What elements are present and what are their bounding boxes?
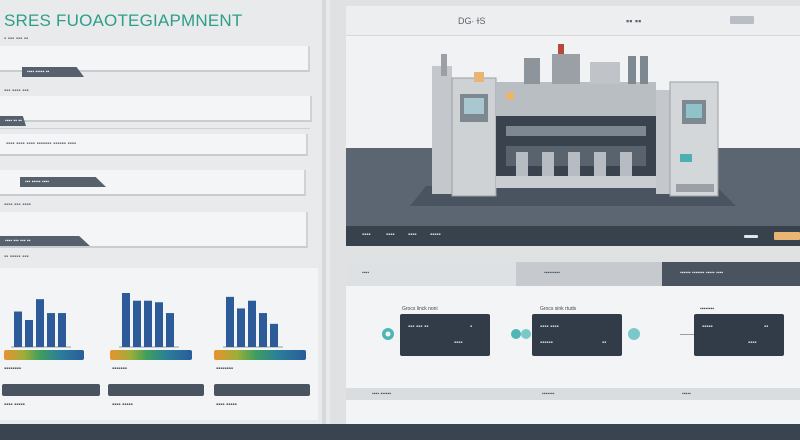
card-3-sub: ▪▪▪▪ — [748, 340, 757, 346]
chart-caption: ▪▪▪▪ ▪▪▪▪▪ — [216, 402, 237, 408]
row-1-tag[interactable]: ▪▪▪▪ ▪▪▪▪▪ ▪▪ — [22, 67, 84, 77]
section-label: ▪▪ ▪▪▪▪▪ ▪▪▪ — [4, 254, 29, 260]
footer-item[interactable]: ▪▪▪▪ — [362, 232, 371, 238]
tab-1-label: ▪▪▪▪ — [362, 270, 370, 276]
chart-bar — [122, 293, 130, 347]
row-2-tag[interactable]: ▪▪▪▪ ▪▪ ▪▪ — [0, 116, 26, 126]
chart-1: ▪▪▪▪▪▪▪▪ ▪▪▪▪ ▪▪▪▪▪ — [0, 268, 100, 418]
bar-chart-2 — [119, 293, 179, 348]
lower-footer: ▪▪▪▪ ▪▪▪▪▪▪ ▪▪▪▪▪▪▪ ▪▪▪▪▪ — [346, 388, 800, 400]
bottom-taskbar — [0, 424, 800, 440]
gradient-bar — [214, 350, 306, 360]
row-3-tag[interactable]: ▪▪▪ ▪▪▪▪▪ ▪▪▪▪ — [20, 177, 106, 187]
gear-icon[interactable] — [380, 326, 396, 342]
packaging-machine-illustration — [410, 44, 736, 206]
connector-icon[interactable] — [510, 326, 532, 342]
chart-caption: ▪▪▪▪ ▪▪▪▪▪ — [4, 402, 25, 408]
card-1-sub: ▪▪▪▪ — [454, 340, 463, 346]
chart-label: ▪▪▪▪▪▪▪▪ — [4, 366, 22, 372]
chart-button[interactable] — [108, 384, 204, 396]
charts-area: ▪▪▪▪▪▪▪▪ ▪▪▪▪ ▪▪▪▪▪ ▪▪▪▪▪▪▪ ▪▪▪▪ ▪▪▪▪▪ ▪… — [0, 268, 318, 420]
machine-viewer: DG∙ ɫS ▪▪ ▪▪ ▪▪▪▪ ▪▪▪▪ ▪▪▪▪ ▪▪▪▪▪ — [346, 6, 800, 246]
lower-footer-item[interactable]: ▪▪▪▪▪ — [682, 391, 691, 397]
chart-button[interactable] — [214, 384, 310, 396]
app-title: SRES FUOAOTEGIAPMNENT — [4, 11, 243, 30]
divider — [0, 128, 310, 129]
tab-1[interactable]: ▪▪▪▪ — [346, 262, 516, 286]
lower-tabs: ▪▪▪▪ ▪▪▪▪▪▪▪▪▪ ▪▪▪▪▪▪ ▪▪▪▪▪▪▪ ▪▪▪▪▪ ▪▪▪▪ — [346, 262, 800, 286]
status-card-2[interactable]: ▪▪▪▪ ▪▪▪▪ ▪▪ ▪▪▪▪▪▪ — [532, 314, 622, 356]
chart-bar — [144, 300, 152, 347]
chart-2: ▪▪▪▪▪▪▪ ▪▪▪▪ ▪▪▪▪▪ — [108, 268, 208, 418]
chart-bar — [237, 308, 245, 347]
row-2-strip[interactable] — [0, 96, 312, 122]
card-3-text: ▪▪▪▪▪ — [702, 324, 713, 330]
footer-secondary-button[interactable] — [744, 235, 758, 238]
card-1-mark: ▪ — [470, 324, 473, 330]
tab-2-label: ▪▪▪▪▪▪▪▪▪ — [544, 270, 560, 276]
footer-item[interactable]: ▪▪▪▪ — [408, 232, 417, 238]
chart-bar — [47, 313, 55, 347]
chart-bar — [226, 296, 234, 347]
status-card-1[interactable]: ▪▪▪ ▪▪▪ ▪▪ ▪ ▪▪▪▪ — [400, 314, 490, 356]
chart-bar — [155, 302, 163, 347]
chart-caption: ▪▪▪▪ ▪▪▪▪▪ — [112, 402, 133, 408]
tab-3-label: ▪▪▪▪▪▪ ▪▪▪▪▪▪▪ ▪▪▪▪▪ ▪▪▪▪ — [680, 270, 724, 276]
chart-label: ▪▪▪▪▪▪▪▪ — [216, 366, 234, 372]
card-2-text: ▪▪▪▪ ▪▪▪▪ — [540, 324, 559, 330]
card-1-title: Grocs linck noni — [402, 306, 438, 312]
footer-item[interactable]: ▪▪▪▪ — [386, 232, 395, 238]
viewer-footer: ▪▪▪▪ ▪▪▪▪ ▪▪▪▪ ▪▪▪▪▪ — [346, 226, 800, 246]
chart-bar — [166, 313, 174, 347]
viewer-header-text: DG∙ ɫS — [458, 16, 486, 26]
footer-primary-button[interactable] — [774, 232, 800, 240]
chart-bar — [14, 311, 22, 347]
chart-bar — [248, 300, 256, 347]
row-4-tag[interactable]: ▪▪▪▪ ▪▪▪ ▪▪▪ ▪▪ — [0, 236, 90, 246]
row-2-label: ▪▪▪ ▪▪▪▪ ▪▪▪ — [4, 88, 29, 94]
card-2-sub: ▪▪▪▪▪▪ — [540, 340, 553, 346]
card-2-mark: ▪▪ — [602, 340, 607, 346]
tab-2[interactable]: ▪▪▪▪▪▪▪▪▪ — [516, 262, 662, 286]
lower-panel: ▪▪▪▪ ▪▪▪▪▪▪▪▪▪ ▪▪▪▪▪▪ ▪▪▪▪▪▪▪ ▪▪▪▪▪ ▪▪▪▪… — [346, 262, 800, 424]
viewer-header: DG∙ ɫS ▪▪ ▪▪ — [346, 6, 800, 36]
chart-bar — [133, 300, 141, 347]
chart-bar — [25, 320, 33, 347]
machine-scene — [346, 36, 800, 226]
row-3-strip[interactable]: ▪▪▪▪ ▪▪▪▪ ▪▪▪▪ ▪▪▪▪▪▪▪ ▪▪▪▪▪▪ ▪▪▪▪ — [0, 134, 308, 156]
card-3-title: ▪▪▪▪▪▪▪▪ — [700, 306, 715, 312]
card-2-title: Grocs sink rtuds — [540, 306, 577, 312]
chart-bar — [36, 299, 44, 347]
chart-bar — [270, 323, 278, 347]
tab-3[interactable]: ▪▪▪▪▪▪ ▪▪▪▪▪▪▪ ▪▪▪▪▪ ▪▪▪▪ — [662, 262, 800, 286]
bar-chart-1 — [11, 299, 71, 348]
chart-button[interactable] — [2, 384, 100, 396]
lower-footer-item[interactable]: ▪▪▪▪ ▪▪▪▪▪▪ — [372, 391, 391, 397]
connector-line — [680, 334, 694, 335]
gradient-bar — [110, 350, 192, 360]
connector-icon[interactable] — [626, 326, 642, 342]
left-panel: SRES FUOAOTEGIAPMNENT ▪ ▪▪▪ ▪▪▪ ▪▪ ▪▪▪▪ … — [0, 0, 330, 424]
lower-footer-item[interactable]: ▪▪▪▪▪▪▪ — [542, 391, 554, 397]
row-4-label: ▪▪▪▪ ▪▪▪ ▪▪▪▪ — [4, 202, 31, 208]
chart-bar — [259, 313, 267, 347]
chart-bar — [58, 313, 66, 347]
header-button[interactable] — [730, 16, 754, 24]
left-scrollbar[interactable] — [322, 0, 326, 424]
card-1-text: ▪▪▪ ▪▪▪ ▪▪ — [408, 324, 429, 330]
viewer-header-text-2: ▪▪ ▪▪ — [626, 16, 642, 26]
card-3-mark: ▪▪ — [764, 324, 769, 330]
bar-chart-3 — [223, 296, 283, 348]
row-3-label: ▪▪▪▪ ▪▪▪▪ ▪▪▪▪ ▪▪▪▪▪▪▪ ▪▪▪▪▪▪ ▪▪▪▪ — [6, 141, 77, 147]
gradient-bar — [4, 350, 84, 360]
status-card-3[interactable]: ▪▪▪▪▪ ▪▪ ▪▪▪▪ — [694, 314, 784, 356]
chart-3: ▪▪▪▪▪▪▪▪ ▪▪▪▪ ▪▪▪▪▪ — [212, 268, 312, 418]
footer-item[interactable]: ▪▪▪▪▪ — [430, 232, 441, 238]
row-1-label: ▪ ▪▪▪ ▪▪▪ ▪▪ — [4, 36, 29, 42]
chart-label: ▪▪▪▪▪▪▪ — [112, 366, 127, 372]
